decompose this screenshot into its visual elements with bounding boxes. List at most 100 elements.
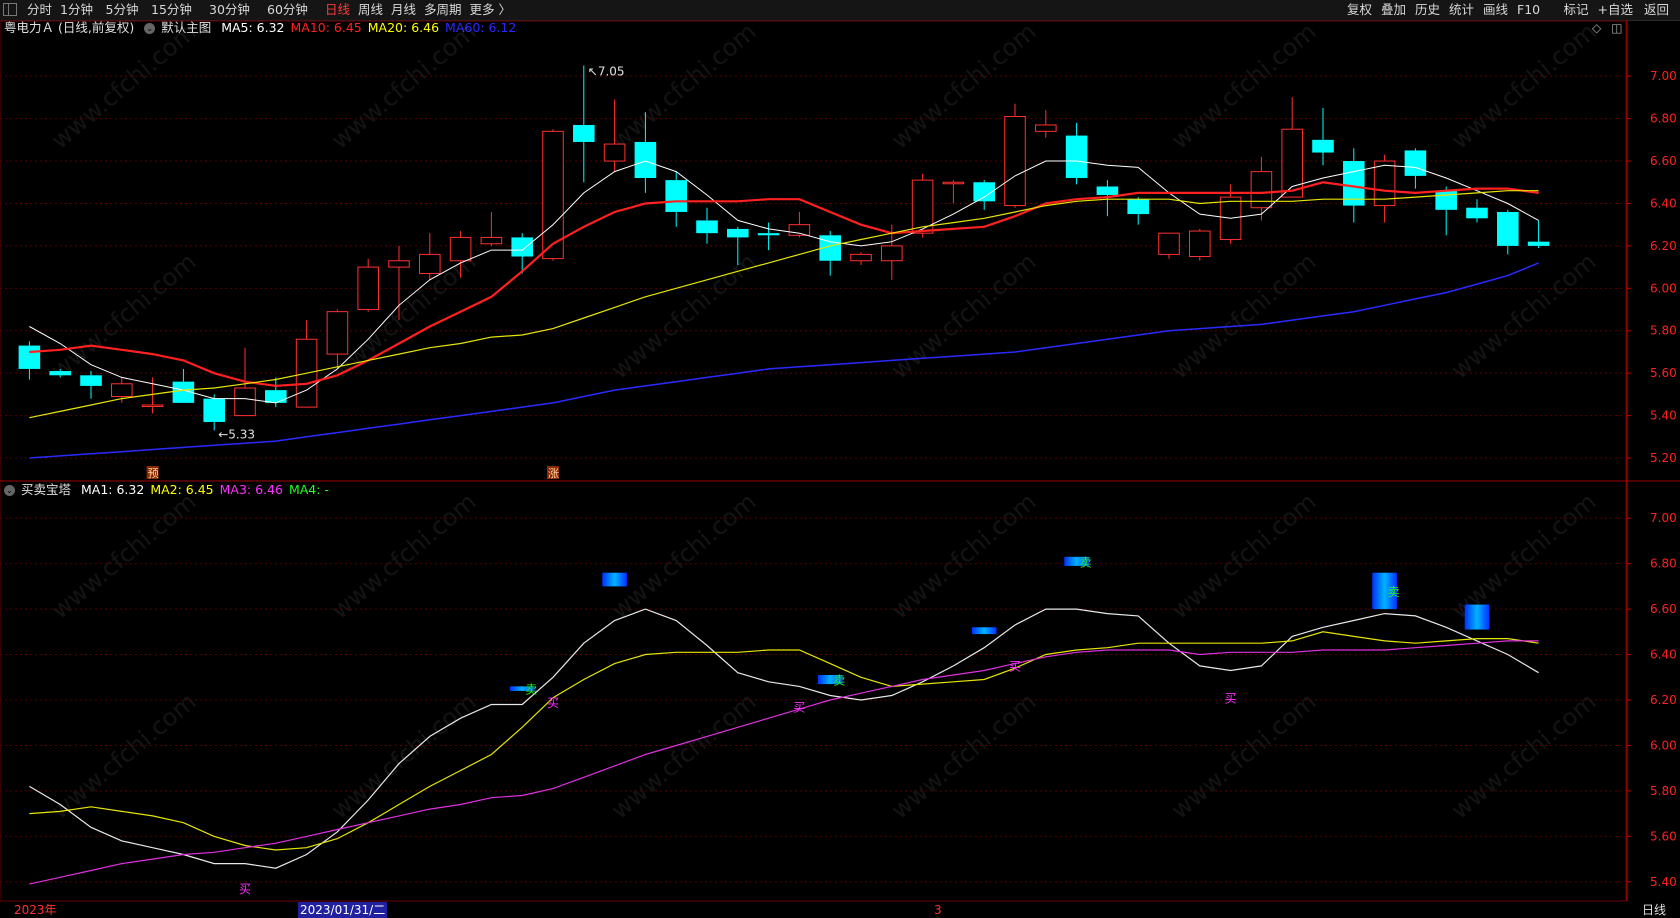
candle-body xyxy=(942,181,965,185)
watermark-text: www.cfchi.com xyxy=(886,687,1042,824)
chart-area[interactable]: www.cfchi.com www.cfchi.com www.cfchi.com w… xyxy=(0,0,1680,918)
candle[interactable] xyxy=(80,371,102,399)
candle-body xyxy=(511,237,533,257)
candle-body xyxy=(1189,230,1211,257)
candle[interactable] xyxy=(819,231,841,276)
candle-body xyxy=(80,375,102,386)
candle[interactable] xyxy=(480,211,503,246)
min-price-marker: ←5.33 xyxy=(218,427,255,441)
cursor-date: 2023/01/31/二 xyxy=(298,902,388,918)
candle[interactable] xyxy=(1035,110,1057,138)
candle-body xyxy=(1435,190,1457,210)
candle[interactable] xyxy=(1004,103,1026,208)
candle[interactable] xyxy=(1435,186,1457,236)
main-tick-label: 6.20 xyxy=(1650,239,1677,253)
main-tick-label: 7.00 xyxy=(1650,69,1677,83)
candle-body xyxy=(49,371,71,376)
watermark-text: www.cfchi.com xyxy=(1166,487,1322,624)
sub-tick-label: 6.80 xyxy=(1650,557,1677,571)
candle[interactable] xyxy=(18,341,41,380)
sub-tick-label: 7.00 xyxy=(1650,511,1677,525)
candle-body xyxy=(1404,150,1427,176)
sub-tick-label: 6.20 xyxy=(1650,693,1677,707)
watermark-text: www.cfchi.com xyxy=(606,487,762,624)
candle[interactable] xyxy=(973,180,995,210)
candle-body xyxy=(1065,135,1088,179)
sell-signal: 卖 xyxy=(1080,555,1092,569)
watermark-text: www.cfchi.com xyxy=(326,487,482,624)
candle[interactable] xyxy=(696,207,718,244)
ma-line-ma60 xyxy=(29,262,1539,459)
candle-body xyxy=(850,253,872,262)
candle-body xyxy=(1497,211,1519,246)
candle-body xyxy=(1158,232,1180,255)
main-tick-label: 6.80 xyxy=(1650,112,1677,126)
main-tick-label: 6.40 xyxy=(1650,196,1677,210)
main-tick-label: 5.20 xyxy=(1650,451,1677,465)
candle[interactable] xyxy=(172,368,195,403)
candle[interactable] xyxy=(1281,97,1303,198)
candle-body xyxy=(1250,171,1273,209)
main-tick-label: 5.40 xyxy=(1650,409,1677,423)
candle[interactable] xyxy=(1189,228,1211,261)
candle-body xyxy=(203,398,225,422)
sell-signal: 卖 xyxy=(833,674,845,688)
sell-signal: 卖 xyxy=(1388,585,1400,599)
sub-tick-label: 5.80 xyxy=(1650,784,1677,798)
sub-tick-label: 5.40 xyxy=(1650,875,1677,889)
candle-body xyxy=(480,236,503,245)
candle-body xyxy=(1527,241,1550,246)
candle[interactable] xyxy=(573,65,595,183)
candle-body xyxy=(1096,186,1119,195)
candle-body xyxy=(573,124,595,142)
candle-body xyxy=(665,180,687,212)
candle[interactable] xyxy=(665,171,687,227)
candle-body xyxy=(449,236,472,262)
candle-body xyxy=(1035,124,1057,132)
candle-body xyxy=(357,266,379,311)
candle[interactable] xyxy=(511,233,533,274)
candle[interactable] xyxy=(1158,232,1180,259)
candle[interactable] xyxy=(357,258,379,312)
candle[interactable] xyxy=(1404,148,1427,189)
candle[interactable] xyxy=(1127,197,1149,225)
candle-body xyxy=(757,233,780,236)
watermark-text: www.cfchi.com xyxy=(1446,687,1602,824)
candle[interactable] xyxy=(295,320,318,408)
buy-signal: 买 xyxy=(547,696,559,710)
event-marker: 涨 xyxy=(548,467,559,480)
candle[interactable] xyxy=(1250,156,1273,221)
tower-bar xyxy=(1464,604,1490,630)
watermark-text: www.cfchi.com xyxy=(1446,17,1602,154)
max-price-marker: ↖7.05 xyxy=(588,65,625,79)
chart-frame xyxy=(0,20,1627,902)
main-tick-label: 6.60 xyxy=(1650,154,1677,168)
ma-line-ma5 xyxy=(29,160,1539,404)
sell-signal: 卖 xyxy=(525,683,537,697)
watermark-text: www.cfchi.com xyxy=(1446,487,1602,624)
period-label[interactable]: 日线 xyxy=(1642,902,1666,918)
buy-signal: 买 xyxy=(793,700,805,714)
candle-body xyxy=(1127,199,1149,215)
candle[interactable] xyxy=(1065,122,1088,185)
candle-body xyxy=(603,143,626,162)
candle-body xyxy=(634,141,657,179)
watermark-text: www.cfchi.com xyxy=(886,487,1042,624)
watermark-text: www.cfchi.com xyxy=(326,687,482,824)
watermark-text: www.cfchi.com xyxy=(46,687,202,824)
candle[interactable] xyxy=(1527,220,1550,249)
candle[interactable] xyxy=(419,233,441,280)
candle-body xyxy=(419,253,441,274)
candle[interactable] xyxy=(1466,199,1488,223)
candle[interactable] xyxy=(1497,209,1519,255)
main-tick-label: 5.80 xyxy=(1650,324,1677,338)
candle-body xyxy=(265,390,287,403)
candle-body xyxy=(111,383,133,398)
candle[interactable] xyxy=(1312,108,1334,166)
sub-tick-label: 6.00 xyxy=(1650,738,1677,752)
candle[interactable] xyxy=(850,252,872,265)
buy-signal: 买 xyxy=(1009,659,1021,673)
candle[interactable] xyxy=(942,180,965,204)
sub-tick-label: 6.60 xyxy=(1650,602,1677,616)
candle[interactable] xyxy=(203,394,225,431)
